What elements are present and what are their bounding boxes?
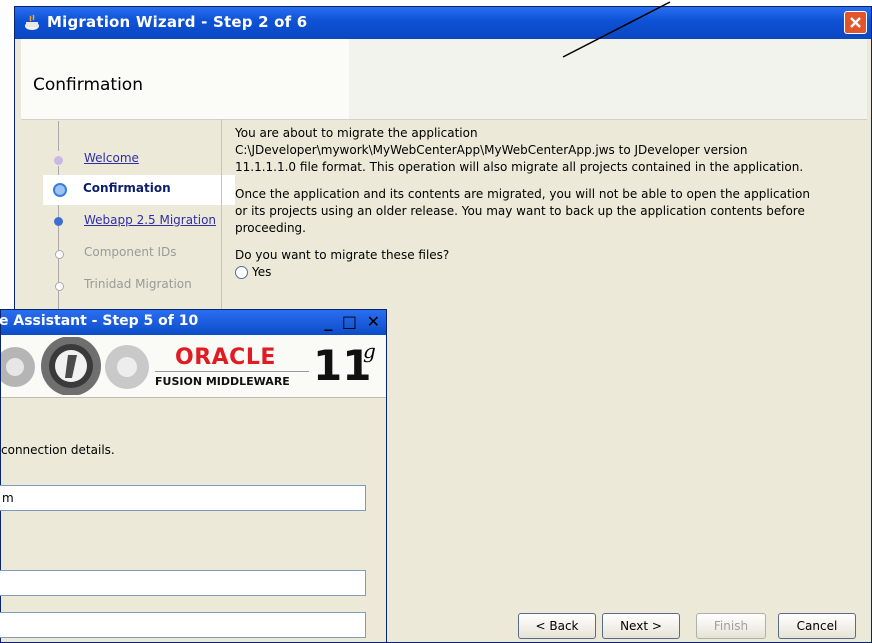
question-text: Do you want to migrate these files?: [235, 248, 450, 262]
intro-paragraph: You are about to migrate the application…: [235, 125, 855, 176]
step-webapp-migration[interactable]: Webapp 2.5 Migration: [29, 207, 229, 237]
ua-window-title: e Assistant - Step 5 of 10: [0, 313, 199, 329]
oracle-banner: ORACLE FUSION MIDDLEWARE 11 g: [1, 335, 386, 398]
text-line: Once the application and its contents ar…: [235, 187, 810, 201]
version-suffix: g: [363, 339, 376, 363]
text-line: You are about to migrate the application: [235, 126, 478, 140]
step-label: Component IDs: [84, 245, 177, 259]
radio-button[interactable]: [235, 266, 248, 279]
warning-paragraph: Once the application and its contents ar…: [235, 186, 855, 237]
title-bar[interactable]: Migration Wizard - Step 2 of 6: [15, 7, 871, 39]
step-dot-icon: [55, 282, 64, 291]
minimize-icon[interactable]: _: [324, 312, 332, 331]
current-step-icon: [53, 183, 67, 197]
header-shade: [349, 39, 867, 119]
text-field-3[interactable]: [0, 612, 366, 638]
instruction-text: connection details.: [1, 443, 115, 457]
step-component-ids: Component IDs: [29, 239, 229, 269]
window-controls[interactable]: _ □ ✕: [324, 312, 380, 331]
text-field-1[interactable]: m: [0, 485, 366, 511]
oracle-logo: ORACLE: [175, 345, 276, 370]
ua-title-bar[interactable]: e Assistant - Step 5 of 10 _ □ ✕: [0, 310, 386, 335]
step-label: Welcome: [84, 151, 139, 165]
radio-label: Yes: [252, 265, 272, 279]
fusion-middleware-label: FUSION MIDDLEWARE: [155, 375, 290, 388]
step-label: Trinidad Migration: [84, 277, 192, 291]
step-label: Confirmation: [83, 181, 171, 195]
upgrade-assistant-window: e Assistant - Step 5 of 10 _ □ ✕ ORACLE …: [0, 309, 387, 643]
radio-yes[interactable]: Yes: [235, 264, 855, 281]
next-button[interactable]: Next >: [602, 613, 680, 639]
step-dot-icon: [54, 156, 63, 165]
java-cup-icon: [25, 14, 39, 30]
step-trinidad-migration: Trinidad Migration: [29, 271, 229, 301]
step-welcome[interactable]: Welcome: [29, 145, 229, 175]
close-button[interactable]: [844, 11, 867, 34]
logo-divider: [155, 371, 309, 372]
text-field-2[interactable]: [0, 570, 366, 596]
text-line: 11.1.1.1.0 file format. This operation w…: [235, 160, 804, 174]
step-dot-icon: [54, 217, 63, 226]
maximize-icon[interactable]: □: [342, 312, 357, 331]
cancel-button[interactable]: Cancel: [778, 613, 856, 639]
step-dot-icon: [55, 250, 64, 259]
text-line: or its projects using an older release. …: [235, 204, 805, 218]
step-label: Webapp 2.5 Migration: [84, 213, 217, 227]
wizard-content: You are about to migrate the application…: [235, 125, 855, 281]
window-title: Migration Wizard - Step 2 of 6: [47, 13, 308, 31]
step-confirmation[interactable]: Confirmation: [43, 175, 235, 205]
close-icon: [850, 17, 861, 28]
close-icon[interactable]: ✕: [367, 312, 380, 331]
finish-button: Finish: [696, 613, 766, 639]
text-line: C:\JDeveloper\mywork\MyWebCenterApp\MyWe…: [235, 143, 748, 157]
gears-logo: [1, 337, 149, 395]
page-title: Confirmation: [33, 75, 143, 95]
question-paragraph: Do you want to migrate these files?: [235, 247, 855, 264]
back-button[interactable]: < Back: [518, 613, 596, 639]
field-value: m: [2, 491, 14, 505]
text-line: proceeding.: [235, 221, 306, 235]
wizard-header: Confirmation: [21, 39, 867, 120]
